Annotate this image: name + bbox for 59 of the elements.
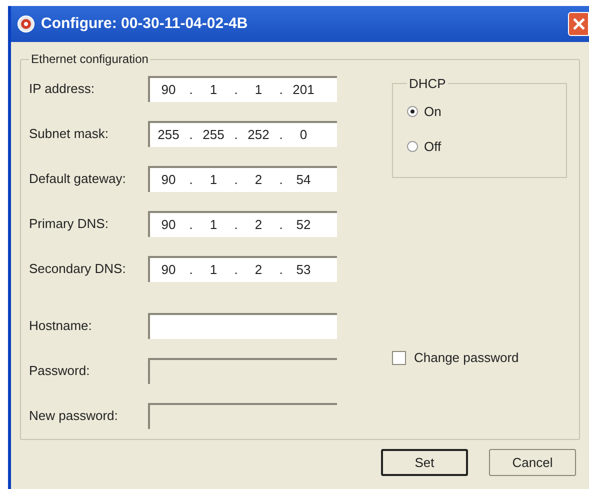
field-label: Default gateway: bbox=[29, 170, 127, 188]
ip-address-field[interactable]: 255 . 255 . 252 . 0 bbox=[148, 121, 337, 147]
radio-option[interactable]: Off bbox=[407, 137, 552, 156]
dot-separator: . bbox=[278, 126, 284, 144]
ip-address-field[interactable]: 90 . 1 . 2 . 54 bbox=[148, 166, 337, 192]
dot-separator: . bbox=[233, 171, 239, 190]
dialog-button[interactable]: Cancel bbox=[489, 449, 576, 476]
ip-address-field[interactable]: 90 . 1 . 2 . 52 bbox=[148, 211, 337, 237]
octet-value: 90 bbox=[160, 81, 177, 100]
octet-value: 255 bbox=[156, 126, 180, 144]
octet-value: 1 bbox=[208, 261, 218, 280]
octet-value: 1 bbox=[254, 81, 264, 100]
octet-value: 252 bbox=[246, 126, 270, 144]
field-label: Password: bbox=[29, 362, 91, 380]
dot-separator: . bbox=[188, 81, 194, 100]
octet-value: 2 bbox=[254, 261, 264, 280]
octet-value: 201 bbox=[292, 81, 316, 100]
dot-separator: . bbox=[188, 216, 194, 234]
close-icon bbox=[572, 18, 584, 30]
octet-value: 54 bbox=[295, 171, 312, 190]
radio-option[interactable]: On bbox=[407, 102, 552, 121]
ip-address-field[interactable]: 90 . 1 . 2 . 53 bbox=[148, 256, 337, 282]
octet-value: 1 bbox=[208, 81, 218, 100]
dot-separator: . bbox=[188, 171, 194, 190]
octet-value: 90 bbox=[160, 261, 177, 280]
group-title: Ethernet configuration bbox=[30, 51, 150, 68]
dot-separator: . bbox=[233, 81, 239, 100]
octet-value: 1 bbox=[208, 216, 218, 234]
octet-value: 1 bbox=[208, 171, 218, 190]
group-title: DHCP bbox=[408, 75, 447, 93]
field-label: Hostname: bbox=[29, 317, 93, 336]
dot-separator: . bbox=[233, 216, 239, 234]
close-button[interactable] bbox=[568, 12, 589, 36]
input-field[interactable] bbox=[148, 313, 337, 339]
ip-address-field[interactable]: 90 . 1 . 1 . 201 bbox=[148, 76, 337, 102]
field-label: Primary DNS: bbox=[29, 215, 110, 234]
octet-value: 2 bbox=[254, 216, 264, 234]
octet-value: 53 bbox=[295, 261, 312, 280]
window-title: Configure: 00-30-11-04-02-4B bbox=[41, 14, 248, 34]
field-label: Secondary DNS: bbox=[29, 260, 127, 278]
change-password-checkbox[interactable]: Change password bbox=[392, 348, 567, 368]
field-label: Subnet mask: bbox=[29, 125, 110, 144]
field-label: New password: bbox=[29, 407, 119, 426]
dot-separator: . bbox=[278, 261, 284, 280]
dot-separator: . bbox=[278, 81, 284, 100]
octet-value: 90 bbox=[160, 216, 177, 234]
octet-value: 255 bbox=[202, 126, 226, 144]
octet-value: 2 bbox=[254, 171, 264, 190]
dot-separator: . bbox=[233, 261, 239, 280]
field-label: IP address: bbox=[29, 80, 96, 98]
octet-value: 0 bbox=[298, 126, 308, 144]
dot-separator: . bbox=[188, 261, 194, 280]
dot-separator: . bbox=[278, 216, 284, 234]
octet-value: 90 bbox=[160, 171, 177, 190]
dot-separator: . bbox=[188, 126, 194, 144]
dialog-button[interactable]: Set bbox=[381, 449, 468, 476]
dot-separator: . bbox=[233, 126, 239, 144]
dot-separator: . bbox=[278, 171, 284, 190]
octet-value: 52 bbox=[295, 216, 312, 234]
